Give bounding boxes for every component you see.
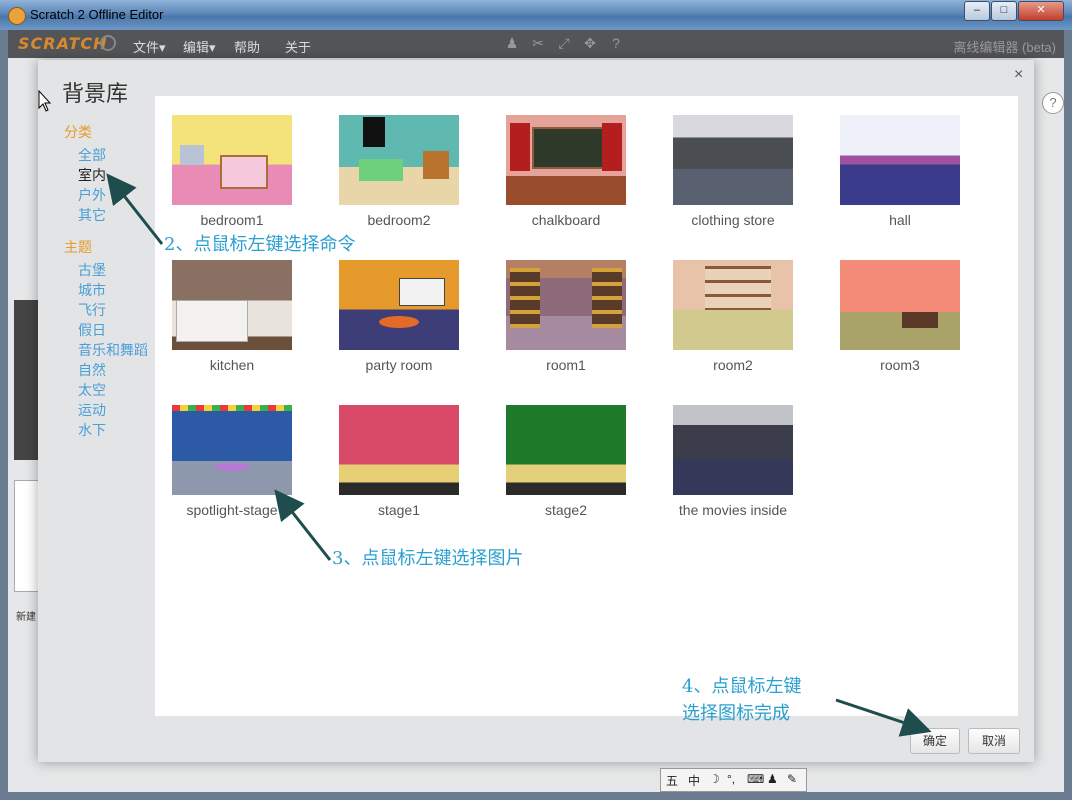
annotation-step2: 2、点鼠标左键选择命令 [164,234,356,255]
ime-user-icon[interactable]: ♟ [767,772,778,786]
ime-punct-icon[interactable]: °, [727,772,735,786]
mouse-cursor-icon [38,90,52,112]
annotation-arrow-step2 [106,173,164,245]
annotation-arrows [106,173,932,737]
annotation-arrow-step3 [274,489,332,561]
ime-mode-label[interactable]: 中 [688,772,700,789]
ime-wrench-icon[interactable]: ✎ [787,772,797,786]
ime-moon-icon[interactable]: ☽ [709,772,720,786]
annotation-step3: 3、点鼠标左键选择图片 [332,548,524,569]
ime-keyboard-icon[interactable]: ⌨ [747,772,764,786]
annotation-arrow-step4 [835,698,932,737]
ime-logo-icon[interactable]: 五 [666,772,678,789]
ime-toolbar[interactable]: 五 中 ☽ °, ⌨ ♟ ✎ [660,768,807,792]
annotation-step4-line2: 选择图标完成 [682,703,790,724]
annotation-step4-line1: 4、点鼠标左键 [682,676,802,697]
